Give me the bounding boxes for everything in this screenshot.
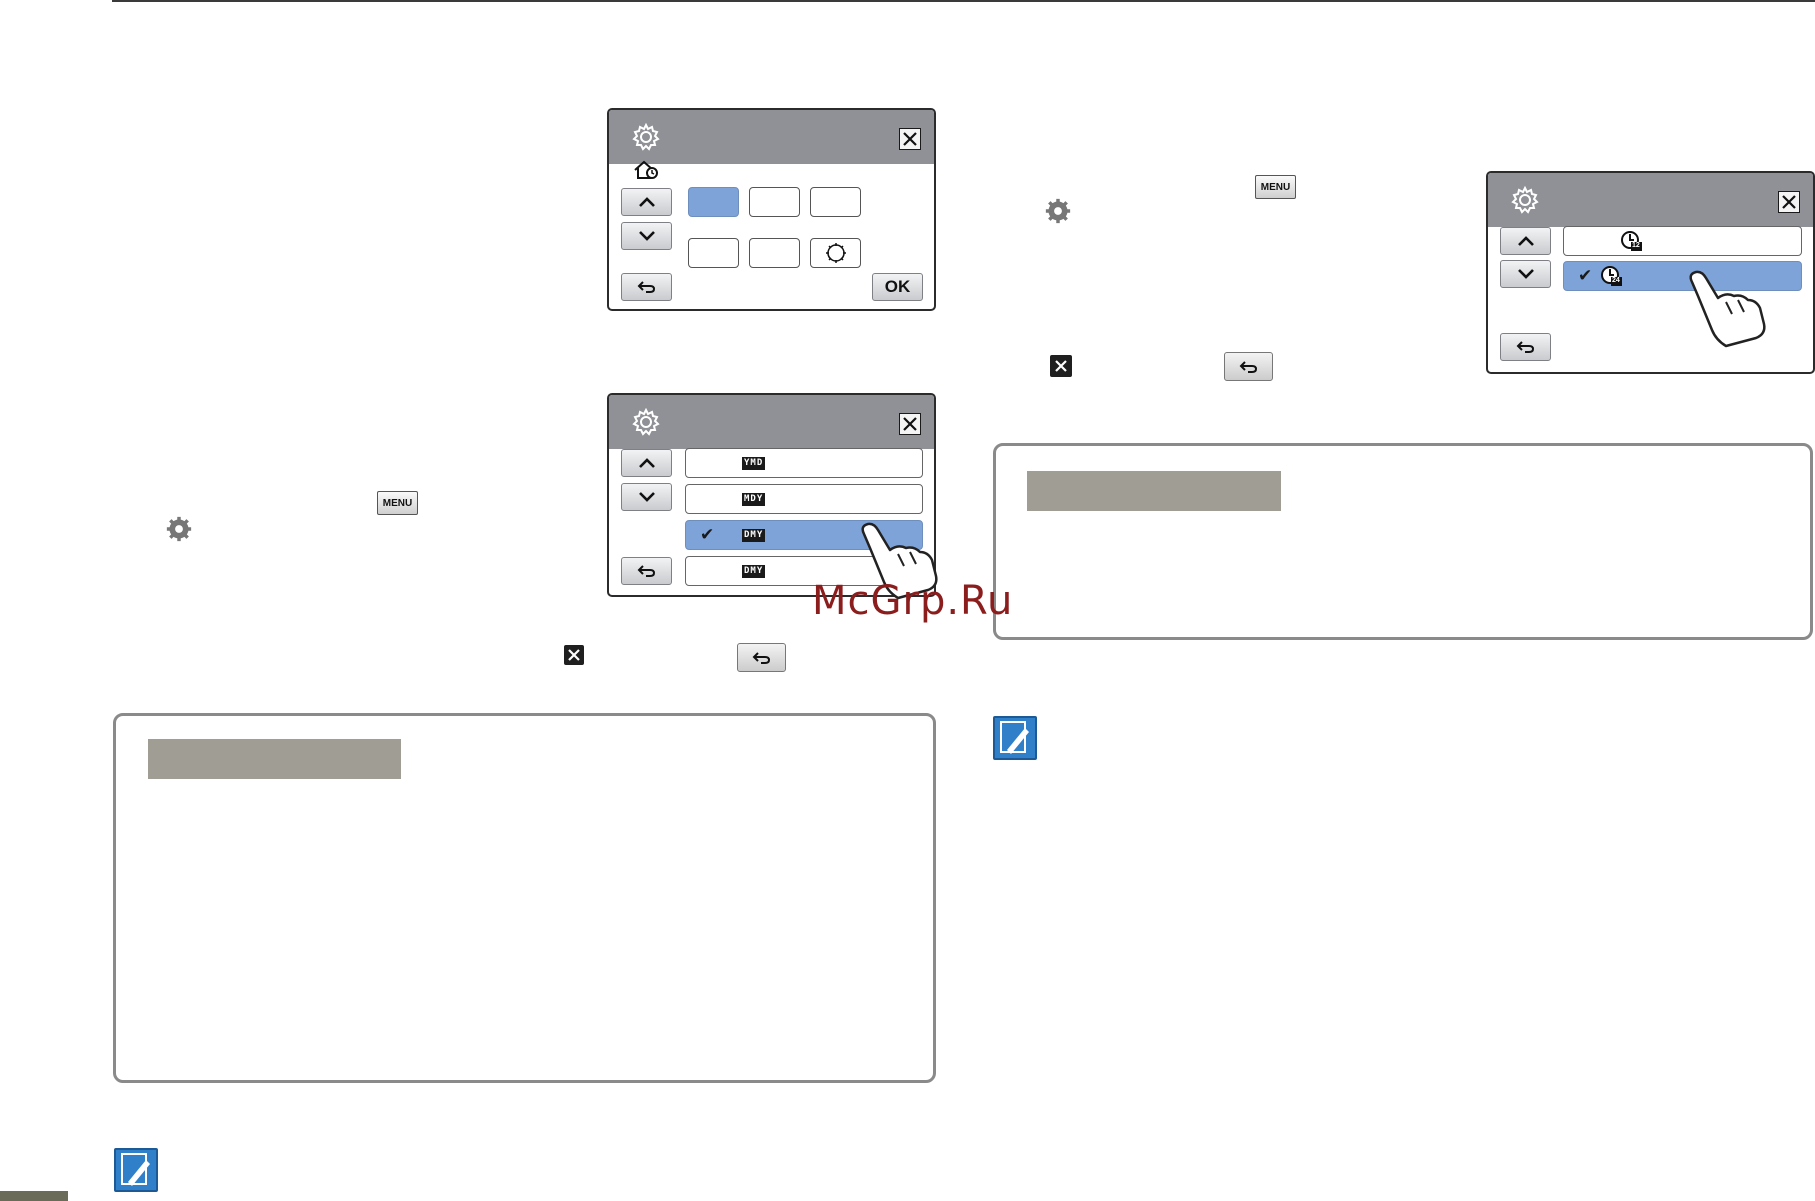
- top-rule: [112, 0, 1815, 2]
- menu-button-icon: MENU: [1255, 175, 1296, 199]
- clock-format-label: 12: [1632, 242, 1640, 249]
- up-button[interactable]: [1500, 227, 1551, 255]
- gear-icon: [631, 122, 661, 157]
- close-icon: [1050, 355, 1072, 377]
- clock-24-icon: 24: [1600, 265, 1622, 287]
- back-button-icon: [737, 643, 786, 672]
- check-icon: ✔: [1578, 266, 1593, 285]
- info-box-heading-bar: [1027, 471, 1281, 511]
- pointing-hand-icon: [1686, 268, 1768, 353]
- settings-gear-icon: [1045, 198, 1071, 229]
- date-format-option[interactable]: YMD: [685, 448, 923, 478]
- date-format-option[interactable]: MDY: [685, 484, 923, 514]
- clock-format-label: 24: [1612, 277, 1620, 284]
- up-button[interactable]: [621, 449, 672, 477]
- down-button[interactable]: [1500, 260, 1551, 288]
- down-button[interactable]: [621, 222, 672, 250]
- date-format-badge: DMY: [742, 528, 766, 542]
- clock-12-icon: 12: [1620, 230, 1642, 252]
- home-clock-icon: [633, 160, 659, 185]
- up-button[interactable]: [621, 188, 672, 216]
- close-icon[interactable]: [1778, 191, 1800, 213]
- close-icon[interactable]: [899, 413, 921, 435]
- back-button-icon: [1224, 352, 1273, 381]
- watermark-text: McGrp.Ru: [812, 578, 1014, 624]
- date-field-cell[interactable]: [810, 187, 861, 217]
- close-icon: [564, 645, 584, 665]
- time-field-cell[interactable]: [749, 238, 800, 268]
- gear-icon: [631, 407, 661, 442]
- dst-off-icon: [825, 242, 847, 264]
- back-button[interactable]: [621, 273, 672, 301]
- page-footer-tab: [0, 1191, 68, 1201]
- down-button[interactable]: [621, 483, 672, 511]
- date-field-cell[interactable]: [688, 187, 739, 217]
- gear-icon: [1510, 185, 1540, 220]
- dst-off-toggle[interactable]: [810, 238, 861, 268]
- close-icon[interactable]: [899, 128, 921, 150]
- back-button[interactable]: [621, 557, 672, 585]
- date-format-badge: MDY: [742, 492, 766, 506]
- date-format-badge: YMD: [742, 456, 766, 470]
- info-box-heading-bar: [148, 739, 401, 779]
- memo-note-icon: [993, 716, 1037, 760]
- memo-note-icon: [114, 1148, 158, 1192]
- time-field-cell[interactable]: [688, 238, 739, 268]
- menu-button-icon: MENU: [377, 491, 418, 515]
- check-icon: ✔: [700, 525, 715, 544]
- ok-button[interactable]: OK: [872, 273, 923, 301]
- date-field-cell[interactable]: [749, 187, 800, 217]
- settings-gear-icon: [166, 516, 192, 547]
- date-format-badge: DMY: [742, 564, 766, 578]
- back-button[interactable]: [1500, 333, 1551, 361]
- date-time-setting-screen: OK: [607, 108, 936, 311]
- time-format-option[interactable]: 12: [1563, 226, 1802, 256]
